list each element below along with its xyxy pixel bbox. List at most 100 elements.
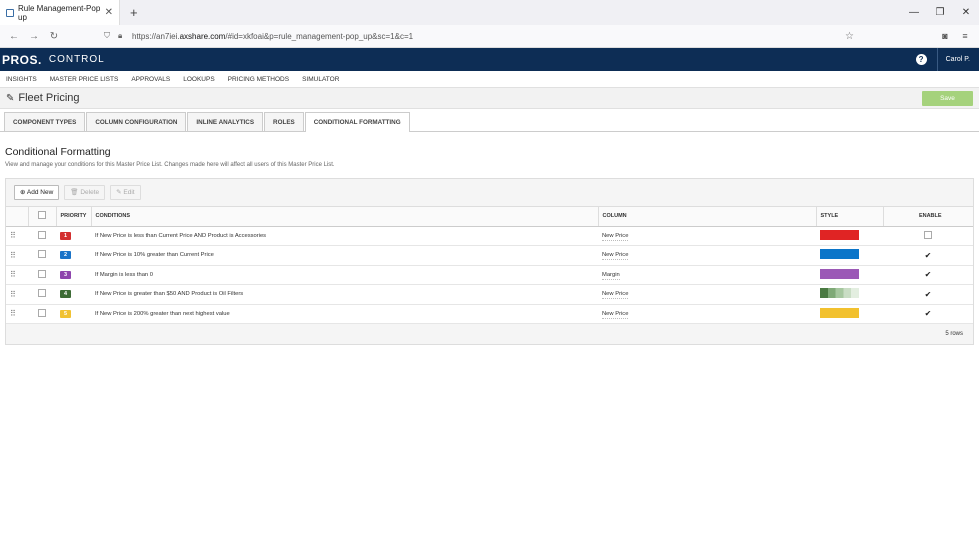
enable-header[interactable]: ENABLE: [883, 207, 973, 227]
enable-checkbox[interactable]: ✔: [925, 309, 932, 318]
drag-handle-icon[interactable]: ⠿: [10, 231, 16, 240]
nav-master-price-lists[interactable]: MASTER PRICE LISTS: [50, 76, 119, 83]
tab-column-configuration[interactable]: COLUMN CONFIGURATION: [86, 112, 187, 131]
bookmark-star-icon[interactable]: ☆: [845, 31, 865, 42]
nav-insights[interactable]: INSIGHTS: [6, 76, 37, 83]
row-checkbox[interactable]: [38, 230, 46, 239]
enable-cell: ✔: [883, 284, 973, 305]
tab-roles[interactable]: ROLES: [264, 112, 304, 131]
reload-icon[interactable]: ↻: [44, 31, 64, 42]
style-cell: [816, 284, 883, 305]
page-title: Fleet Pricing: [18, 92, 80, 104]
style-cell: [816, 265, 883, 285]
back-icon[interactable]: ←: [4, 31, 24, 42]
close-tab-icon[interactable]: ✕: [105, 7, 113, 18]
url-prefix: https://an7iei.: [132, 31, 180, 41]
shield-icon: ⛉: [104, 31, 110, 40]
close-window-icon[interactable]: ✕: [953, 0, 979, 25]
column-value: New Price: [602, 232, 629, 241]
row-select-cell: [28, 245, 56, 266]
table-row[interactable]: ⠿ 2 If New Price is 10% greater than Cur…: [6, 245, 973, 266]
style-cell: [816, 226, 883, 246]
tab-inline-analytics[interactable]: INLINE ANALYTICS: [187, 112, 264, 131]
user-menu[interactable]: Carol P.: [936, 48, 979, 71]
style-header[interactable]: STYLE: [816, 207, 884, 227]
new-tab-icon[interactable]: +: [130, 5, 138, 20]
trash-icon: 🗑︎: [70, 189, 81, 196]
enable-checkbox[interactable]: ✔: [925, 290, 932, 299]
row-checkbox[interactable]: [38, 250, 46, 259]
column-cell: New Price: [598, 245, 816, 266]
enable-checkbox[interactable]: ✔: [925, 251, 932, 260]
priority-badge: 5: [60, 309, 71, 318]
drag-handle-icon[interactable]: ⠿: [10, 270, 16, 279]
enable-cell: [883, 226, 973, 246]
nav-approvals[interactable]: APPROVALS: [131, 76, 170, 83]
select-all-checkbox[interactable]: [38, 211, 46, 220]
table-row[interactable]: ⠿ 5 If New Price is 200% greater than ne…: [6, 304, 973, 324]
style-swatch[interactable]: [820, 249, 859, 260]
browser-toolbar: ← → ↻ ⛉ 🔒︎ https://an7iei. axshare.com/#i…: [0, 25, 979, 48]
table-row[interactable]: ⠿ 1 If New Price is less than Current Pr…: [6, 226, 973, 246]
table-body: ⠿ 1 If New Price is less than Current Pr…: [6, 226, 973, 324]
drag-handle-cell: ⠿: [6, 284, 28, 305]
row-checkbox[interactable]: [38, 289, 46, 298]
section-description: View and manage your conditions for this…: [5, 162, 335, 168]
add-new-button[interactable]: ⊕ Add New: [14, 185, 60, 200]
row-checkbox[interactable]: [38, 269, 46, 278]
priority-badge: 1: [60, 231, 71, 240]
condition-cell: If Margin is less than 0: [91, 265, 598, 285]
row-select-cell: [28, 304, 56, 324]
address-bar[interactable]: ⛉ 🔒︎ https://an7iei. axshare.com/#id=xkfo…: [104, 28, 839, 45]
forward-icon[interactable]: →: [24, 31, 44, 42]
pencil-icon[interactable]: ✎: [6, 93, 14, 104]
edit-button[interactable]: ✎ Edit: [110, 185, 141, 200]
enable-cell: ✔: [883, 245, 973, 266]
column-value: New Price: [602, 310, 629, 319]
pros-logo[interactable]: PROS.: [2, 53, 42, 67]
enable-cell: ✔: [883, 265, 973, 285]
column-header[interactable]: COLUMN: [598, 207, 817, 227]
row-select-cell: [28, 284, 56, 305]
restore-icon[interactable]: ❐: [927, 0, 953, 25]
column-value: New Price: [602, 291, 629, 300]
nav-lookups[interactable]: LOOKUPS: [183, 76, 214, 83]
menu-icon[interactable]: ≡: [955, 31, 975, 41]
tab-conditional-formatting[interactable]: CONDITIONAL FORMATTING: [304, 112, 410, 132]
style-swatch[interactable]: [820, 288, 859, 299]
style-swatch[interactable]: [820, 307, 859, 318]
top-navigation: INSIGHTS MASTER PRICE LISTS APPROVALS LO…: [0, 71, 979, 88]
drag-handle-icon[interactable]: ⠿: [10, 309, 16, 318]
nav-simulator[interactable]: SIMULATOR: [302, 76, 339, 83]
conditions-table: PRIORITY CONDITIONS COLUMN STYLE ENABLE …: [6, 207, 973, 324]
save-button[interactable]: Save: [922, 90, 973, 106]
column-cell: Margin: [598, 265, 816, 285]
browser-tab-title: Rule Management-Pop up: [18, 3, 101, 22]
priority-header[interactable]: PRIORITY: [56, 207, 92, 227]
enable-checkbox[interactable]: ✔: [925, 270, 932, 279]
table-row[interactable]: ⠿ 4 If New Price is greater than $50 AND…: [6, 284, 973, 305]
browser-tab[interactable]: Rule Management-Pop up ✕: [0, 0, 120, 25]
pocket-icon[interactable]: ◙: [935, 31, 955, 41]
enable-checkbox[interactable]: [924, 230, 932, 239]
minimize-icon[interactable]: —: [901, 0, 927, 25]
delete-button[interactable]: 🗑︎ Delete: [64, 185, 106, 200]
nav-pricing-methods[interactable]: PRICING METHODS: [228, 76, 289, 83]
row-count: 5 rows: [945, 331, 963, 337]
grid-toolbar: ⊕ Add New 🗑︎ Delete ✎ Edit: [6, 179, 973, 207]
tab-component-types[interactable]: COMPONENT TYPES: [4, 112, 86, 131]
style-cell: [816, 304, 883, 324]
browser-tabbar: Rule Management-Pop up ✕ + — ❐ ✕: [0, 0, 979, 25]
drag-handle-icon[interactable]: ⠿: [10, 251, 16, 260]
help-icon[interactable]: ?: [915, 54, 927, 65]
main-content: Conditional Formatting View and manage y…: [0, 146, 979, 345]
product-name: CONTROL: [48, 54, 105, 65]
section-title: Conditional Formatting: [5, 146, 111, 158]
style-swatch[interactable]: [820, 268, 859, 279]
column-value: New Price: [602, 252, 629, 261]
row-checkbox[interactable]: [38, 308, 46, 317]
drag-handle-icon[interactable]: ⠿: [10, 290, 16, 299]
conditions-header[interactable]: CONDITIONS: [91, 207, 599, 227]
table-row[interactable]: ⠿ 3 If Margin is less than 0 Margin ✔: [6, 265, 973, 285]
style-swatch[interactable]: [820, 229, 859, 240]
